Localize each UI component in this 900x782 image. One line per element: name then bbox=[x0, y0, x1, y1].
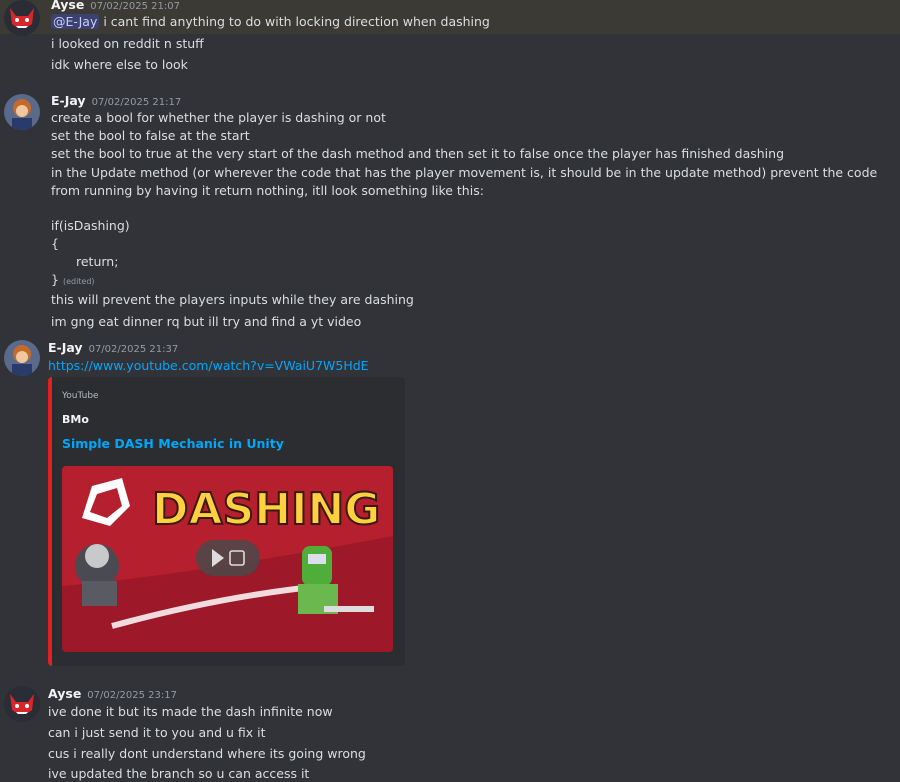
message-header: E-Jay 07/02/2025 21:17 bbox=[51, 93, 181, 108]
message-text: @E-Jay i cant find anything to do with l… bbox=[51, 14, 490, 29]
message-text: set the bool to false at the start bbox=[51, 128, 250, 143]
edited-label: (edited) bbox=[62, 277, 95, 286]
red-creature-avatar-icon bbox=[4, 0, 40, 36]
anime-avatar-icon bbox=[4, 340, 40, 376]
message-text: ive done it but its made the dash infini… bbox=[48, 704, 333, 719]
embed-author[interactable]: BMo bbox=[62, 413, 89, 426]
message-text: in the Update method (or wherever the co… bbox=[51, 165, 878, 198]
message-text: this will prevent the players inputs whi… bbox=[51, 292, 414, 307]
user-mention[interactable]: @E-Jay bbox=[51, 14, 100, 29]
message-header: Ayse 07/02/2025 21:07 bbox=[51, 0, 180, 12]
timestamp: 07/02/2025 23:17 bbox=[87, 690, 177, 701]
message-text: set the bool to true at the very start o… bbox=[51, 146, 785, 161]
code-line: } (edited) bbox=[51, 272, 95, 287]
message-header: E-Jay 07/02/2025 21:37 bbox=[48, 340, 178, 355]
video-thumbnail[interactable]: DASHING bbox=[62, 466, 393, 652]
youtube-embed: YouTube BMo Simple DASH Mechanic in Unit… bbox=[48, 377, 405, 666]
message-text: can i just send it to you and u fix it bbox=[48, 725, 266, 740]
timestamp: 07/02/2025 21:37 bbox=[88, 344, 179, 355]
message-text: cus i really dont understand where its g… bbox=[48, 746, 366, 761]
timestamp: 07/02/2025 21:17 bbox=[91, 97, 182, 108]
embed-title[interactable]: Simple DASH Mechanic in Unity bbox=[62, 436, 284, 451]
code-line: { bbox=[51, 236, 59, 251]
code-line: return; bbox=[76, 254, 119, 269]
youtube-link[interactable]: https://www.youtube.com/watch?v=VWaiU7W5… bbox=[48, 358, 369, 374]
avatar-ejay[interactable] bbox=[4, 340, 40, 376]
thumbnail-title-text: DASHING bbox=[152, 484, 380, 535]
red-creature-avatar-icon bbox=[4, 686, 40, 722]
username[interactable]: E-Jay bbox=[51, 93, 86, 108]
message-text: im gng eat dinner rq but ill try and fin… bbox=[51, 314, 362, 329]
code-line: if(isDashing) bbox=[51, 218, 130, 233]
play-button-bg bbox=[196, 540, 260, 576]
message-text: ive updated the branch so u can access i… bbox=[48, 766, 310, 781]
avatar-ejay[interactable] bbox=[4, 94, 40, 130]
video-thumbnail-image: DASHING bbox=[62, 466, 393, 652]
message-text: i looked on reddit n stuff bbox=[51, 36, 204, 51]
embed-provider[interactable]: YouTube bbox=[62, 391, 99, 401]
message-header: Ayse 07/02/2025 23:17 bbox=[48, 686, 177, 701]
message-text: create a bool for whether the player is … bbox=[51, 110, 386, 125]
anime-avatar-icon bbox=[4, 94, 40, 130]
avatar-ayse[interactable] bbox=[4, 686, 40, 722]
username[interactable]: Ayse bbox=[48, 686, 81, 701]
timestamp: 07/02/2025 21:07 bbox=[90, 1, 180, 12]
username[interactable]: Ayse bbox=[51, 0, 84, 12]
avatar-ayse[interactable] bbox=[4, 0, 40, 36]
username[interactable]: E-Jay bbox=[48, 340, 83, 355]
message-text: idk where else to look bbox=[51, 57, 188, 72]
